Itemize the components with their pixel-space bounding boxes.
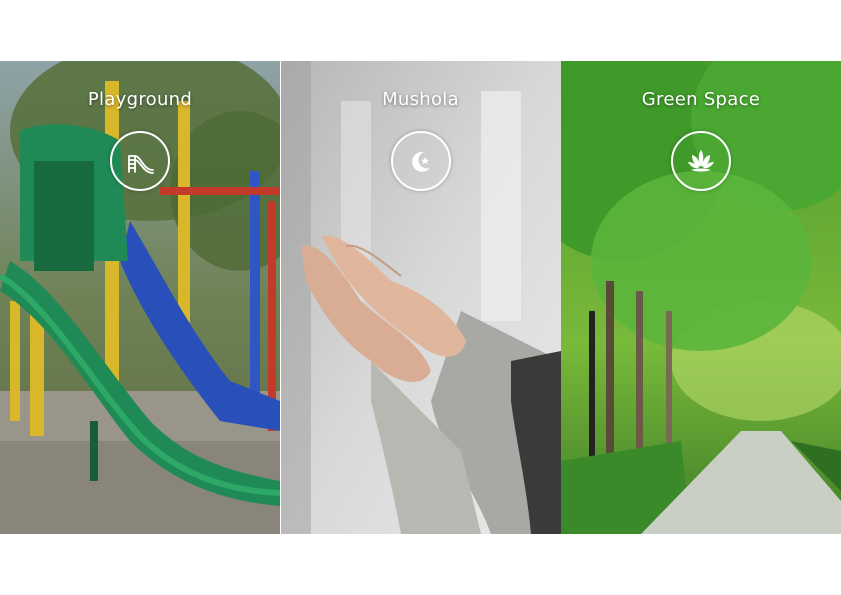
panel-title: Playground — [87, 89, 193, 110]
facility-strip: Playground Mushola Green Space — [0, 61, 841, 534]
panel-playground: Playground — [0, 61, 280, 534]
panel-green-space: Green Space — [561, 61, 841, 534]
panel-title: Mushola — [382, 89, 459, 110]
lotus-icon — [671, 131, 731, 191]
slide-icon — [110, 131, 170, 191]
panel-title: Green Space — [641, 89, 761, 110]
panel-mushola: Mushola — [280, 61, 561, 534]
crescent-star-icon — [390, 131, 451, 191]
